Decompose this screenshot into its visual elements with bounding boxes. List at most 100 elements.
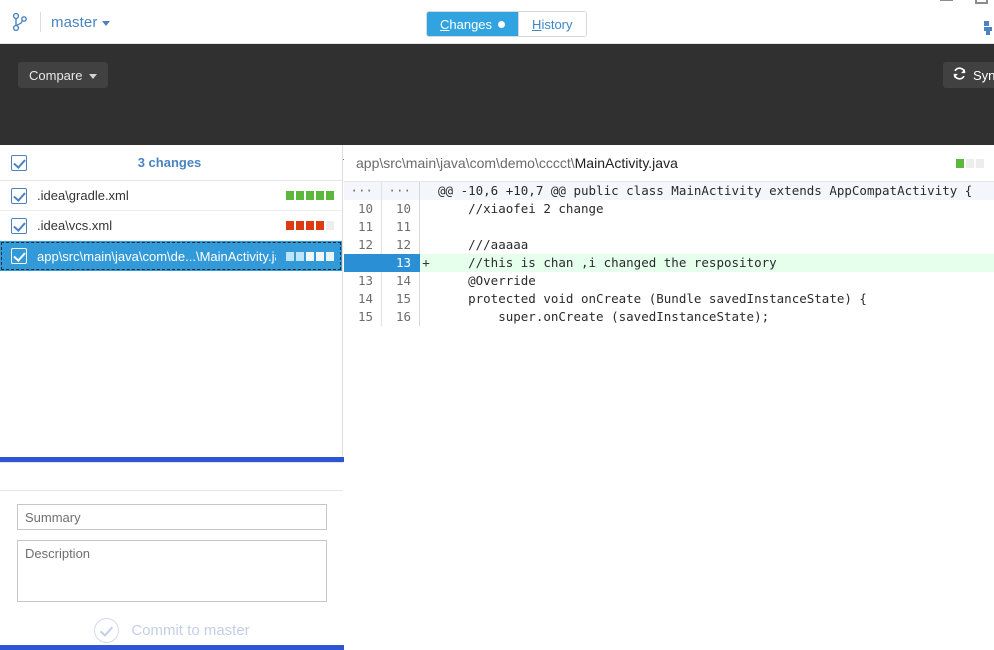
- diff-stat-block: [326, 251, 334, 261]
- tab-changes[interactable]: Changes: [427, 12, 520, 36]
- file-checkbox[interactable]: [11, 217, 27, 234]
- file-name-label: .idea\vcs.xml: [37, 218, 113, 233]
- diff-stat-block: [296, 221, 304, 230]
- tab-history[interactable]: History: [519, 12, 586, 36]
- commit-to-master-button[interactable]: Commit to master: [17, 613, 327, 647]
- chevron-down-icon: [102, 21, 111, 26]
- diff-old-line-number: 12: [344, 236, 382, 254]
- main-tabs: Changes History: [426, 11, 587, 37]
- git-branch-icon: [10, 11, 30, 33]
- diff-old-line-number: [344, 254, 382, 272]
- branch-selector[interactable]: master: [10, 0, 111, 44]
- sync-button-label: Sync: [973, 67, 994, 83]
- diff-line[interactable]: ··· ··· @@ -10,6 +10,7 @@ public class Mai…: [344, 182, 994, 200]
- chevron-down-icon: [89, 74, 98, 79]
- diff-stat-block: [966, 158, 974, 168]
- diff-new-line-number: 11: [382, 218, 420, 236]
- sync-refresh-icon: [952, 66, 967, 84]
- diff-stat-block: [286, 251, 294, 261]
- diff-line[interactable]: 13 + //this is chan ,i changed the respos…: [344, 254, 994, 272]
- diff-stat-block: [976, 158, 984, 168]
- file-checkbox[interactable]: [11, 187, 27, 204]
- diff-line[interactable]: 15 16 super.onCreate (savedInstanceState)…: [344, 308, 994, 326]
- minimize-icon[interactable]: [940, 0, 953, 1]
- diff-stat-block: [286, 221, 294, 230]
- diff-code-text: @@ -10,6 +10,7 @@ public class MainActiv…: [438, 183, 973, 198]
- diff-content[interactable]: ··· ··· @@ -10,6 +10,7 @@ public class Mai…: [344, 182, 994, 326]
- diff-old-line-number: 15: [344, 308, 382, 326]
- file-name-label: app\src\main\java\com\de...\MainActivity…: [37, 248, 276, 264]
- diff-code-text: //xiaofei 2 change: [438, 201, 604, 216]
- changed-files-list: .idea\gradle.xml .idea\vcs.xml app\src\mai…: [0, 181, 342, 271]
- diff-old-line-number: 13: [344, 272, 382, 290]
- diff-old-line-number: 10: [344, 200, 382, 218]
- diff-stat-blocks: [286, 221, 334, 230]
- check-circle-icon: [94, 617, 120, 643]
- diff-stat-block: [306, 251, 314, 261]
- diff-new-line-number: 10: [382, 200, 420, 218]
- table-row[interactable]: .idea\gradle.xml: [0, 181, 342, 211]
- diff-new-line-number: ···: [382, 182, 420, 200]
- file-checkbox[interactable]: [11, 248, 27, 264]
- diff-stat-block: [286, 191, 294, 200]
- diff-old-line-number: 14: [344, 290, 382, 308]
- diff-code-text: @Override: [438, 273, 536, 288]
- table-row[interactable]: .idea\vcs.xml: [0, 211, 342, 241]
- edge-partial-icon[interactable]: [984, 18, 994, 38]
- diff-code-text: ///aaaaa: [438, 237, 529, 252]
- diff-line[interactable]: 13 14 @Override: [344, 272, 994, 290]
- window-controls: [940, 0, 988, 4]
- diff-stat-block: [956, 158, 964, 168]
- diff-file-name: MainActivity.java: [574, 155, 678, 171]
- diff-line[interactable]: 11 11: [344, 218, 994, 236]
- diff-stat-block: [306, 221, 314, 230]
- diff-code-text: super.onCreate (savedInstanceState);: [438, 309, 770, 324]
- diff-stat-block: [316, 221, 324, 230]
- title-bar: master Changes History: [0, 0, 994, 44]
- diff-stat-blocks: [286, 251, 334, 261]
- sync-button[interactable]: Sync: [943, 62, 994, 88]
- diff-code-text: protected void onCreate (Bundle savedIns…: [438, 291, 867, 306]
- diff-panel: app\src\main\java\com\demo\cccct\ MainAc…: [344, 145, 994, 650]
- changes-header: 3 changes: [0, 145, 342, 181]
- compare-button-label: Compare: [29, 67, 83, 83]
- app-window: master Changes History Compare Syn 3 cha…: [0, 0, 994, 650]
- tab-changes-accel: C: [440, 16, 450, 32]
- diff-stat-blocks: [286, 191, 334, 200]
- maximize-icon[interactable]: [975, 0, 988, 4]
- diff-stat-blocks: [956, 158, 984, 168]
- description-input[interactable]: [17, 540, 327, 602]
- diff-file-path: app\src\main\java\com\demo\cccct\: [356, 155, 575, 171]
- diff-line[interactable]: 14 15 protected void onCreate (Bundle sav…: [344, 290, 994, 308]
- divider: [0, 490, 343, 491]
- dark-toolbar: Compare Sync master: [0, 44, 994, 168]
- diff-change-sign: +: [422, 255, 430, 270]
- diff-stat-block: [326, 221, 334, 230]
- compare-button[interactable]: Compare: [18, 62, 109, 88]
- diff-stat-block: [306, 191, 314, 200]
- table-row[interactable]: app\src\main\java\com\de...\MainActivity…: [0, 241, 342, 271]
- tab-history-label: istory: [541, 16, 573, 32]
- diff-code-text: //this is chan ,i changed the respositor…: [438, 255, 777, 270]
- branch-name-label: master: [51, 13, 98, 31]
- diff-line[interactable]: 12 12 ///aaaaa: [344, 236, 994, 254]
- changes-count-label: 3 changes: [137, 155, 202, 170]
- changes-indicator-dot: [498, 20, 506, 28]
- commit-form: Commit to master: [0, 462, 343, 650]
- diff-stat-block: [296, 251, 304, 261]
- diff-file-header: app\src\main\java\com\demo\cccct\ MainAc…: [344, 145, 994, 182]
- diff-old-line-number: ···: [344, 182, 382, 200]
- diff-stat-block: [326, 191, 334, 200]
- diff-new-line-number: 15: [382, 290, 420, 308]
- branch-name[interactable]: master: [51, 13, 111, 31]
- summary-input[interactable]: [17, 504, 327, 530]
- diff-stat-block: [316, 191, 324, 200]
- divider: [40, 12, 41, 32]
- diff-new-line-number: 14: [382, 272, 420, 290]
- commit-button-label: Commit to master: [131, 621, 250, 639]
- diff-stat-block: [296, 191, 304, 200]
- select-all-checkbox[interactable]: [11, 154, 27, 171]
- tab-changes-label: hanges: [449, 16, 493, 32]
- diff-new-line-number: 16: [382, 308, 420, 326]
- diff-line[interactable]: 10 10 //xiaofei 2 change: [344, 200, 994, 218]
